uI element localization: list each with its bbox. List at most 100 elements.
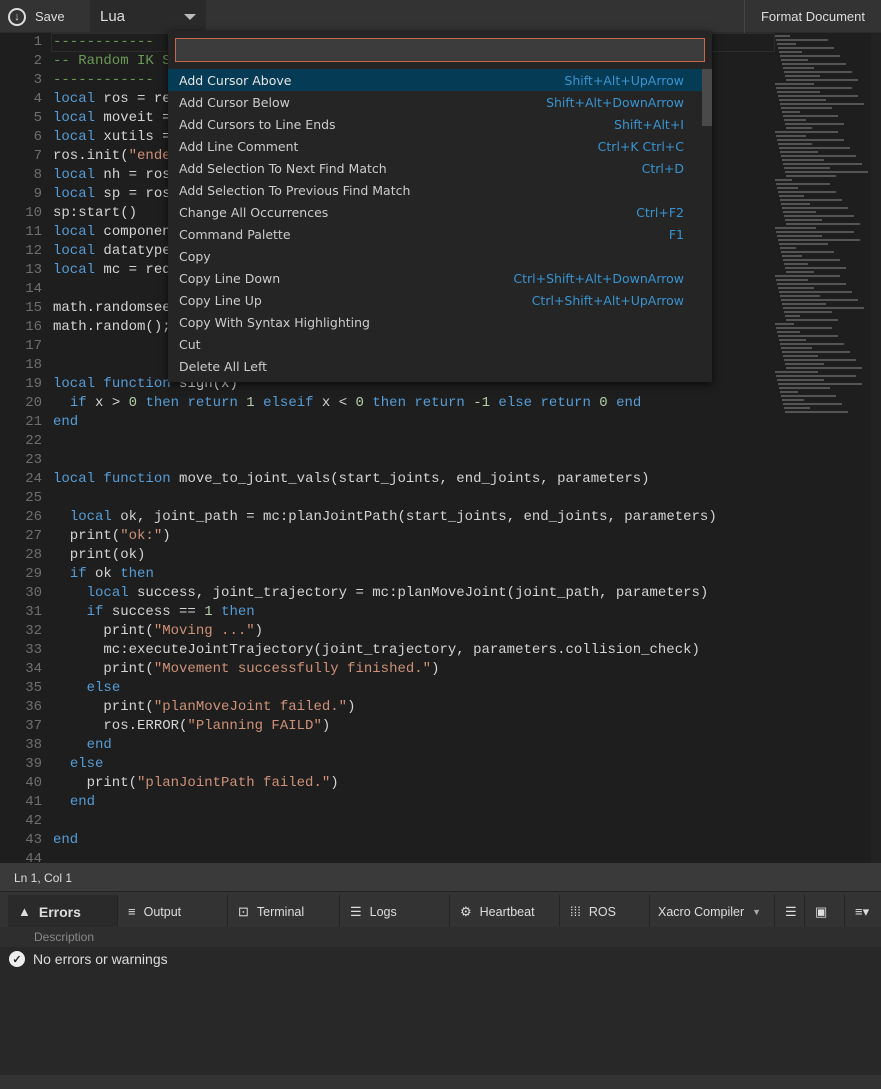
tab-terminal[interactable]: ⊡ Terminal <box>228 895 340 928</box>
code-line[interactable]: 41 end <box>0 793 775 812</box>
line-number: 10 <box>25 205 42 221</box>
clear-button[interactable]: ☰ <box>775 895 805 928</box>
command-label: Add Selection To Next Find Match <box>179 160 387 176</box>
line-number: 5 <box>33 110 42 126</box>
code-text: ------------ <box>53 33 154 52</box>
command-item[interactable]: Cut <box>168 333 702 355</box>
code-line[interactable]: 23 <box>0 451 775 470</box>
code-token: ros.ERROR( <box>53 718 188 734</box>
code-line[interactable]: 27 print("ok:") <box>0 527 775 546</box>
code-line[interactable]: 25 <box>0 489 775 508</box>
code-line[interactable]: 28 print(ok) <box>0 546 775 565</box>
minimap-line <box>785 267 846 269</box>
code-token: return <box>187 395 238 411</box>
minimap-line <box>777 43 796 45</box>
code-line[interactable]: 42 <box>0 812 775 831</box>
command-palette-scrollbar[interactable] <box>702 69 712 126</box>
code-text: end <box>53 413 78 432</box>
minimap-line <box>778 47 834 49</box>
command-item[interactable]: Add Selection To Next Find Match Ctrl+D <box>168 157 702 179</box>
command-palette-input[interactable] <box>175 38 705 62</box>
code-line[interactable]: 37 ros.ERROR("Planning FAILD") <box>0 717 775 736</box>
code-line[interactable]: 32 print("Moving ...") <box>0 622 775 641</box>
language-select[interactable]: Lua <box>90 0 206 33</box>
command-item[interactable]: Command Palette F1 <box>168 223 702 245</box>
tab-errors[interactable]: ▲ Errors <box>8 895 118 928</box>
tab-label: Output <box>143 904 182 919</box>
code-token: then <box>120 566 154 582</box>
code-line[interactable]: 39 else <box>0 755 775 774</box>
command-item[interactable]: Add Cursors to Line Ends Shift+Alt+I <box>168 113 702 135</box>
command-item[interactable]: Copy Line Down Ctrl+Shift+Alt+DownArrow <box>168 267 702 289</box>
panel-menu-button[interactable]: ≡▾ <box>845 895 881 928</box>
code-line[interactable]: 44 <box>0 850 775 863</box>
panel-scrollbar[interactable] <box>0 1075 881 1089</box>
command-item[interactable]: Add Line Comment Ctrl+K Ctrl+C <box>168 135 702 157</box>
code-token: "Planning FAILD" <box>187 718 322 734</box>
format-document-button[interactable]: Format Document <box>743 0 881 33</box>
code-line[interactable]: 20 if x > 0 then return 1 elseif x < 0 t… <box>0 394 775 413</box>
code-line[interactable]: 31 if success == 1 then <box>0 603 775 622</box>
code-text: else <box>53 679 121 698</box>
code-line[interactable]: 35 else <box>0 679 775 698</box>
command-item[interactable]: Copy <box>168 245 702 267</box>
code-line[interactable]: 33 mc:executeJointTrajectory(joint_traje… <box>0 641 775 660</box>
line-number: 44 <box>25 851 42 863</box>
tab-ros[interactable]: ⁞⁞⁞ ROS <box>560 895 650 928</box>
code-line[interactable]: 21 end <box>0 413 775 432</box>
code-line[interactable]: 24 local function move_to_joint_vals(star… <box>0 470 775 489</box>
check-circle-icon: ✓ <box>9 951 25 967</box>
code-line[interactable]: 40 print("planJointPath failed.") <box>0 774 775 793</box>
code-token: "planJointPath failed." <box>137 775 331 791</box>
code-line[interactable]: 29 if ok then <box>0 565 775 584</box>
command-item[interactable]: Change All Occurrences Ctrl+F2 <box>168 201 702 223</box>
editor-scrollbar[interactable] <box>871 33 881 863</box>
line-number: 1 <box>33 34 42 50</box>
line-number: 11 <box>25 224 42 240</box>
code-token: local <box>53 129 96 145</box>
code-text: local nh = ros <box>53 166 171 185</box>
command-keybinding: Ctrl+K Ctrl+C <box>597 138 684 154</box>
code-text: ros.init("ende <box>53 147 171 166</box>
line-number: 16 <box>25 319 42 335</box>
gear-check-icon: ⚙ <box>460 903 472 919</box>
save-button[interactable]: ↓ Save <box>8 0 65 33</box>
command-item[interactable]: Add Cursor Below Shift+Alt+DownArrow <box>168 91 702 113</box>
code-line[interactable]: 38 end <box>0 736 775 755</box>
command-item[interactable]: Copy With Syntax Highlighting <box>168 311 702 333</box>
minimap-line <box>780 295 820 297</box>
tab-heartbeat[interactable]: ⚙ Heartbeat <box>450 895 560 928</box>
minimap-line <box>778 335 838 337</box>
code-line[interactable]: 43 end <box>0 831 775 850</box>
code-line[interactable]: 30 local success, joint_trajectory = mc:… <box>0 584 775 603</box>
command-item[interactable]: Delete All Left <box>168 355 702 377</box>
minimap-line <box>780 103 864 105</box>
minimap[interactable] <box>775 33 871 433</box>
code-line[interactable]: 36 print("planMoveJoint failed.") <box>0 698 775 717</box>
command-item[interactable]: Copy Line Up Ctrl+Shift+Alt+UpArrow <box>168 289 702 311</box>
lines-icon: ≡ <box>128 904 136 919</box>
command-item[interactable]: Add Selection To Previous Find Match <box>168 179 702 201</box>
minimap-line <box>779 195 804 197</box>
compiler-select[interactable]: Xacro Compiler ▼ <box>650 895 775 928</box>
code-text: if success == 1 then <box>53 603 255 622</box>
minimap-line <box>776 183 830 185</box>
code-token: -- Random IK S <box>53 53 171 69</box>
minimap-line <box>785 363 824 365</box>
minimize-panel-button[interactable]: ▣ <box>805 895 845 928</box>
code-token: elseif <box>263 395 314 411</box>
code-line[interactable]: 26 local ok, joint_path = mc:planJointPa… <box>0 508 775 527</box>
tab-output[interactable]: ≡ Output <box>118 895 228 928</box>
tab-logs[interactable]: ☰ Logs <box>340 895 450 928</box>
code-line[interactable]: 22 <box>0 432 775 451</box>
minimap-line <box>775 371 818 373</box>
line-number: 13 <box>25 262 42 278</box>
minimap-line <box>785 315 800 317</box>
minimap-line <box>784 311 832 313</box>
minimap-line <box>779 243 828 245</box>
command-item[interactable]: Add Cursor Above Shift+Alt+UpArrow <box>168 69 702 91</box>
code-line[interactable]: 34 print("Movement successfully finished… <box>0 660 775 679</box>
terminal-icon: ⊡ <box>238 903 249 919</box>
